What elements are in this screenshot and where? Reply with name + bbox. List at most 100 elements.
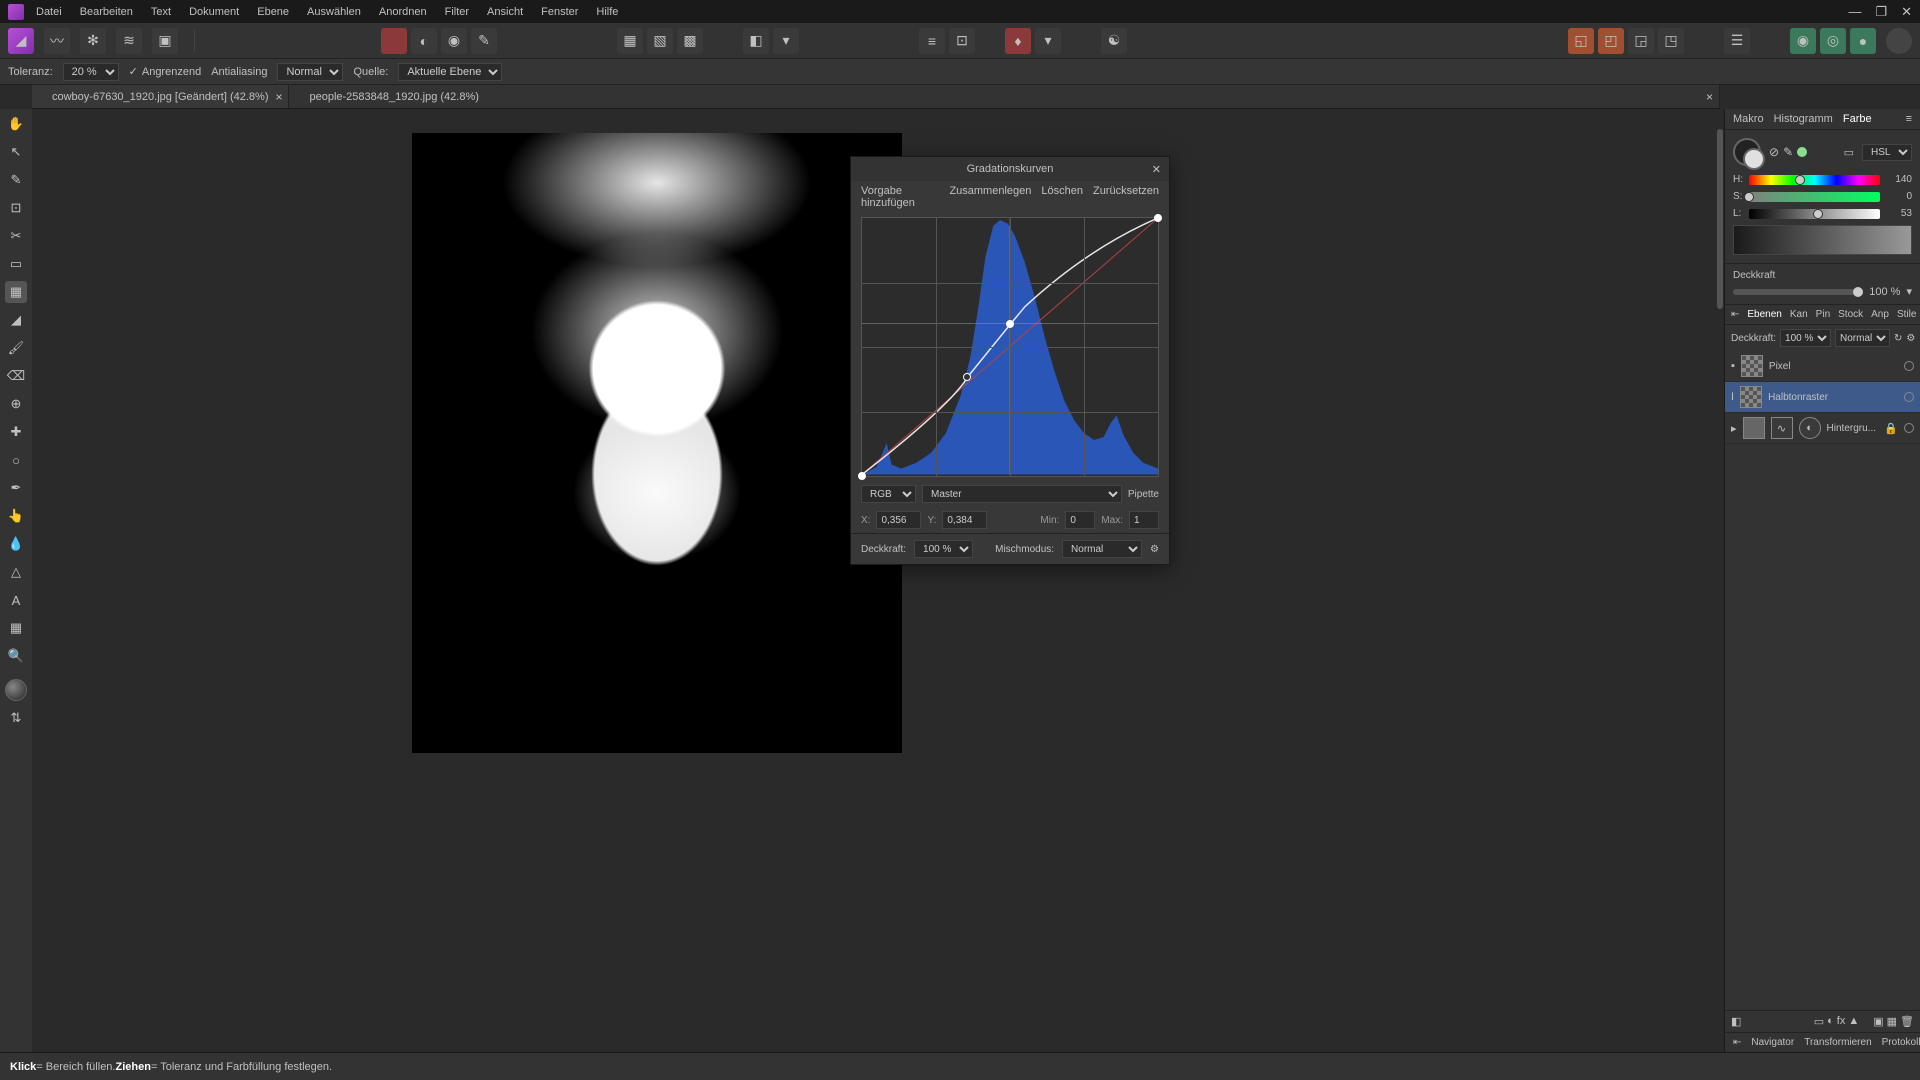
tolerance-input[interactable]: 20 %: [63, 63, 119, 81]
layer-name[interactable]: Hintergru...: [1827, 423, 1879, 434]
blur-tool-icon[interactable]: 💧: [5, 533, 27, 555]
persona-photo-icon[interactable]: ◢: [8, 28, 34, 54]
mesh-tool-icon[interactable]: ▦: [5, 617, 27, 639]
reset-button[interactable]: Zurücksetzen: [1093, 185, 1159, 209]
arrange-4-icon[interactable]: ◳: [1658, 28, 1684, 54]
text-tool-icon[interactable]: A: [5, 589, 27, 611]
persona-export-icon[interactable]: ▣: [152, 28, 178, 54]
dialog-titlebar[interactable]: Gradationskurven ✕: [851, 157, 1169, 181]
align-panel-icon[interactable]: ☰: [1724, 28, 1750, 54]
lig-value[interactable]: 53: [1886, 208, 1912, 219]
curves-graph[interactable]: [861, 217, 1159, 477]
layer-row[interactable]: ▸ ∿ ◐ Hintergru... 🔒: [1725, 413, 1920, 444]
tab-farbe[interactable]: Farbe: [1843, 113, 1872, 125]
curves-dialog[interactable]: Gradationskurven ✕ Vorgabe hinzufügen Zu…: [850, 156, 1170, 565]
menu-bearbeiten[interactable]: Bearbeiten: [80, 6, 133, 18]
swap-colors-icon[interactable]: ⇅: [5, 707, 27, 729]
layer-row[interactable]: I Halbtonraster: [1725, 382, 1920, 413]
arrange-front-icon[interactable]: ◰: [1598, 28, 1624, 54]
tab-navigator[interactable]: Navigator: [1751, 1037, 1794, 1048]
maximize-icon[interactable]: ❐: [1875, 4, 1887, 20]
layer-visibility-icon[interactable]: [1904, 361, 1914, 371]
dialog-close-icon[interactable]: ✕: [1152, 163, 1161, 176]
dlg-opacity-select[interactable]: 100 %: [914, 540, 973, 558]
tab-pin[interactable]: Pin: [1816, 309, 1830, 320]
panel-menu-icon[interactable]: ≡: [1906, 113, 1912, 125]
layer-mask-icon[interactable]: ◧: [1731, 1015, 1741, 1028]
sync-2-icon[interactable]: ◎: [1820, 28, 1846, 54]
foreground-color-swatch[interactable]: [5, 679, 27, 701]
assistant-dropdown-icon[interactable]: ▾: [1035, 28, 1061, 54]
dodge-tool-icon[interactable]: ○: [5, 449, 27, 471]
quickmask-icon[interactable]: ◧: [743, 28, 769, 54]
layer-text-icon[interactable]: I: [1731, 391, 1734, 403]
blend-mode-select[interactable]: Normal: [277, 63, 343, 81]
layer-settings-icon[interactable]: ⚙: [1906, 333, 1915, 344]
dropdown-icon[interactable]: ▾: [773, 28, 799, 54]
gradient-tool-icon[interactable]: ◢: [5, 309, 27, 331]
color-model-select[interactable]: HSL: [1862, 144, 1912, 161]
dlg-blend-select[interactable]: Normal: [1062, 540, 1142, 558]
menu-auswaehlen[interactable]: Auswählen: [307, 6, 361, 18]
menu-dokument[interactable]: Dokument: [189, 6, 239, 18]
tab-makro[interactable]: Makro: [1733, 113, 1764, 125]
tab-close-icon[interactable]: ×: [1706, 90, 1713, 104]
no-color-icon[interactable]: ⊘: [1769, 145, 1779, 159]
layer-visibility-icon[interactable]: [1904, 392, 1914, 402]
master-select[interactable]: Master: [922, 485, 1122, 503]
heal-tool-icon[interactable]: ✚: [5, 421, 27, 443]
layer-name[interactable]: Halbtonraster: [1768, 392, 1898, 403]
color-well[interactable]: [1733, 138, 1761, 166]
minimize-icon[interactable]: —: [1848, 4, 1861, 20]
tab-transformieren[interactable]: Transformieren: [1804, 1037, 1871, 1048]
arrange-back-icon[interactable]: ◱: [1568, 28, 1594, 54]
tab-protokoll[interactable]: Protokoll: [1882, 1037, 1920, 1048]
recent-color-dot[interactable]: [1797, 147, 1807, 157]
layer-blend-select[interactable]: Normal: [1835, 329, 1890, 347]
menu-text[interactable]: Text: [151, 6, 171, 18]
crop-tool-icon[interactable]: ⊡: [5, 197, 27, 219]
flood-fill-tool-icon[interactable]: ▦: [5, 281, 27, 303]
color-wheel-icon[interactable]: ◉: [441, 28, 467, 54]
contiguous-checkbox[interactable]: ✓Angrenzend: [129, 65, 202, 78]
hue-slider[interactable]: [1749, 175, 1880, 185]
add-fx-icon[interactable]: fx: [1837, 1015, 1846, 1028]
saturation-slider[interactable]: [1749, 192, 1880, 202]
source-select[interactable]: Aktuelle Ebene: [398, 63, 502, 81]
merge-button[interactable]: Zusammenlegen: [949, 185, 1031, 209]
hand-tool-icon[interactable]: ✋: [5, 113, 27, 135]
marquee-tool-icon[interactable]: ▭: [5, 253, 27, 275]
persona-liquify-icon[interactable]: 〰: [44, 28, 70, 54]
add-preset-button[interactable]: Vorgabe hinzufügen: [861, 185, 939, 209]
x-input[interactable]: [876, 511, 921, 529]
document-tab[interactable]: people-2583848_1920.jpg (42.8%) ×: [289, 85, 1720, 108]
crop-icon[interactable]: ⊡: [949, 28, 975, 54]
sync-1-icon[interactable]: ◉: [1790, 28, 1816, 54]
menu-filter[interactable]: Filter: [445, 6, 469, 18]
lightness-slider[interactable]: [1749, 209, 1880, 219]
opacity-dropdown-icon[interactable]: ▾: [1906, 285, 1912, 298]
account-avatar[interactable]: [1886, 28, 1912, 54]
tab-ebenen[interactable]: Ebenen: [1747, 309, 1781, 320]
sat-value[interactable]: 0: [1886, 191, 1912, 202]
sync-3-icon[interactable]: ●: [1850, 28, 1876, 54]
color-format-icon[interactable]: ▭: [1844, 146, 1854, 159]
opacity-slider[interactable]: [1733, 289, 1863, 295]
picker-button[interactable]: Pipette: [1128, 489, 1159, 500]
tab-anp[interactable]: Anp: [1871, 309, 1889, 320]
tab-close-icon[interactable]: ×: [275, 90, 282, 104]
erase-tool-icon[interactable]: ⌫: [5, 365, 27, 387]
brush-tool-icon[interactable]: 🖌: [5, 337, 27, 359]
tab-stile[interactable]: Stile: [1897, 309, 1916, 320]
gear-icon[interactable]: ⚙: [1150, 544, 1159, 555]
tab-kan[interactable]: Kan: [1790, 309, 1808, 320]
layer-opacity-select[interactable]: 100 %: [1780, 329, 1831, 347]
assistant-icon[interactable]: ♦: [1005, 28, 1031, 54]
zoom-tool-icon[interactable]: 🔍: [5, 645, 27, 667]
add-layer-icon[interactable]: ▦: [1887, 1015, 1897, 1028]
lock-icon[interactable]: 🔒: [1884, 422, 1898, 435]
move-tool-icon[interactable]: ↖: [5, 141, 27, 163]
document-tab[interactable]: cowboy-67630_1920.jpg [Geändert] (42.8%)…: [32, 85, 289, 108]
tab-stock[interactable]: Stock: [1838, 309, 1863, 320]
curve-point[interactable]: [1006, 320, 1014, 328]
